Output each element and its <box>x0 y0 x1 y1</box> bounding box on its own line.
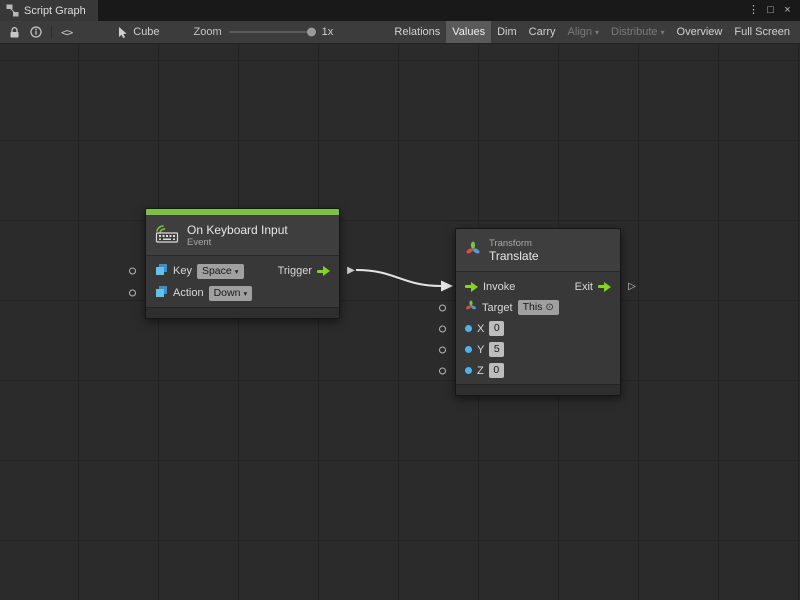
code-view-button[interactable]: <> <box>56 21 77 43</box>
flow-arrow-icon <box>465 282 478 292</box>
y-row: Y 5 <box>456 339 620 360</box>
script-graph-window: Script Graph ⋮ □ × <> <box>0 0 800 600</box>
z-row: Z 0 <box>456 360 620 381</box>
invoke-label: Invoke <box>483 281 515 293</box>
node-footer <box>146 307 339 318</box>
toolbar-divider <box>51 26 52 39</box>
info-button[interactable] <box>25 21 47 43</box>
graph-icon <box>6 4 19 17</box>
trigger-output-port[interactable]: ▶ <box>346 266 356 276</box>
align-button: Align▾ <box>562 21 605 43</box>
z-input-port[interactable] <box>439 367 446 374</box>
node-category: Transform <box>489 238 539 249</box>
graph-canvas[interactable]: On Keyboard Input Event Key Space <box>0 44 800 600</box>
node-header: Transform Translate <box>456 229 620 272</box>
distribute-button: Distribute▾ <box>605 21 670 43</box>
connection-wire[interactable] <box>0 44 800 600</box>
window-controls: ⋮ □ × <box>746 0 800 21</box>
action-dropdown-value: Down <box>214 287 241 300</box>
key-input-port[interactable] <box>129 268 136 275</box>
key-label: Key <box>173 265 192 277</box>
object-name-label: Cube <box>133 26 159 38</box>
lock-button[interactable] <box>4 21 25 43</box>
node-subtitle: Event <box>187 237 288 248</box>
y-label: Y <box>477 344 484 356</box>
code-icon: <> <box>61 26 72 39</box>
exit-label: Exit <box>575 281 593 293</box>
chevron-down-icon: ▾ <box>243 287 247 300</box>
x-value-field[interactable]: 0 <box>489 321 504 336</box>
flow-arrow-icon <box>317 266 330 276</box>
graph-owner: Cube <box>117 26 159 39</box>
x-row: X 0 <box>456 318 620 339</box>
zoom-control: Zoom 1x <box>194 26 334 38</box>
value-dot-icon <box>465 325 472 332</box>
zoom-slider[interactable] <box>229 31 315 33</box>
tab-bar-spacer <box>98 0 746 21</box>
info-icon <box>30 26 42 38</box>
target-value-field[interactable]: This ⊙ <box>518 300 559 315</box>
target-input-port[interactable] <box>439 304 446 311</box>
node-title: On Keyboard Input <box>187 223 288 237</box>
action-row: Action Down ▾ <box>146 282 339 304</box>
z-value-field[interactable]: 0 <box>489 363 504 378</box>
keyboard-icon <box>155 224 179 246</box>
overview-button[interactable]: Overview <box>671 21 729 43</box>
chevron-down-icon: ▾ <box>661 28 665 37</box>
cursor-icon <box>117 26 128 39</box>
tab-bar: Script Graph ⋮ □ × <box>0 0 800 21</box>
z-label: Z <box>477 365 484 377</box>
toolbar-buttons: Relations Values Dim Carry Align▾ Distri… <box>388 21 796 43</box>
action-dropdown[interactable]: Down ▾ <box>209 286 253 301</box>
node-body: Key Space ▾ Trigger ▶ <box>146 256 339 307</box>
lock-icon <box>9 26 20 39</box>
x-label: X <box>477 323 484 335</box>
action-input-port[interactable] <box>129 290 136 297</box>
node-body: Invoke Exit ▷ Target <box>456 272 620 384</box>
target-label: Target <box>482 302 513 314</box>
target-picker-icon: ⊙ <box>545 303 553 313</box>
transform-icon <box>465 241 481 260</box>
chevron-down-icon: ▾ <box>595 28 599 37</box>
fullscreen-button[interactable]: Full Screen <box>728 21 796 43</box>
flow-arrow-icon <box>598 282 611 292</box>
maximize-button[interactable]: □ <box>763 5 778 16</box>
close-button[interactable]: × <box>780 5 795 16</box>
key-dropdown[interactable]: Space ▾ <box>197 264 244 279</box>
y-input-port[interactable] <box>439 346 446 353</box>
value-dot-icon <box>465 367 472 374</box>
key-row: Key Space ▾ Trigger ▶ <box>146 260 339 282</box>
action-label: Action <box>173 287 204 299</box>
exit-output-port[interactable]: ▷ <box>627 282 637 292</box>
zoom-slider-handle[interactable] <box>307 28 316 37</box>
relations-button[interactable]: Relations <box>388 21 446 43</box>
node-footer <box>456 384 620 395</box>
x-input-port[interactable] <box>439 325 446 332</box>
trigger-label: Trigger <box>278 265 312 277</box>
enum-icon <box>155 263 168 279</box>
zoom-value: 1x <box>322 26 334 38</box>
enum-icon <box>155 285 168 301</box>
target-row: Target This ⊙ <box>456 297 620 318</box>
node-header: On Keyboard Input Event <box>146 215 339 256</box>
tab-script-graph[interactable]: Script Graph <box>0 0 98 21</box>
y-value-field[interactable]: 5 <box>489 342 504 357</box>
value-dot-icon <box>465 346 472 353</box>
dim-button[interactable]: Dim <box>491 21 523 43</box>
node-on-keyboard-input[interactable]: On Keyboard Input Event Key Space <box>145 208 340 319</box>
tab-title: Script Graph <box>24 5 86 17</box>
key-dropdown-value: Space <box>202 265 232 278</box>
graph-toolbar: <> Cube Zoom 1x Relations Values Dim Car… <box>0 21 800 44</box>
node-transform-translate[interactable]: Transform Translate Invoke Exit ▷ <box>455 228 621 396</box>
invoke-exit-row: Invoke Exit ▷ <box>456 276 620 297</box>
kebab-menu-button[interactable]: ⋮ <box>746 5 761 16</box>
carry-button[interactable]: Carry <box>523 21 562 43</box>
transform-icon <box>465 300 477 315</box>
values-button[interactable]: Values <box>446 21 491 43</box>
target-value: This <box>523 301 543 314</box>
zoom-label: Zoom <box>194 26 222 38</box>
chevron-down-icon: ▾ <box>235 265 239 278</box>
node-title: Translate <box>489 249 539 263</box>
